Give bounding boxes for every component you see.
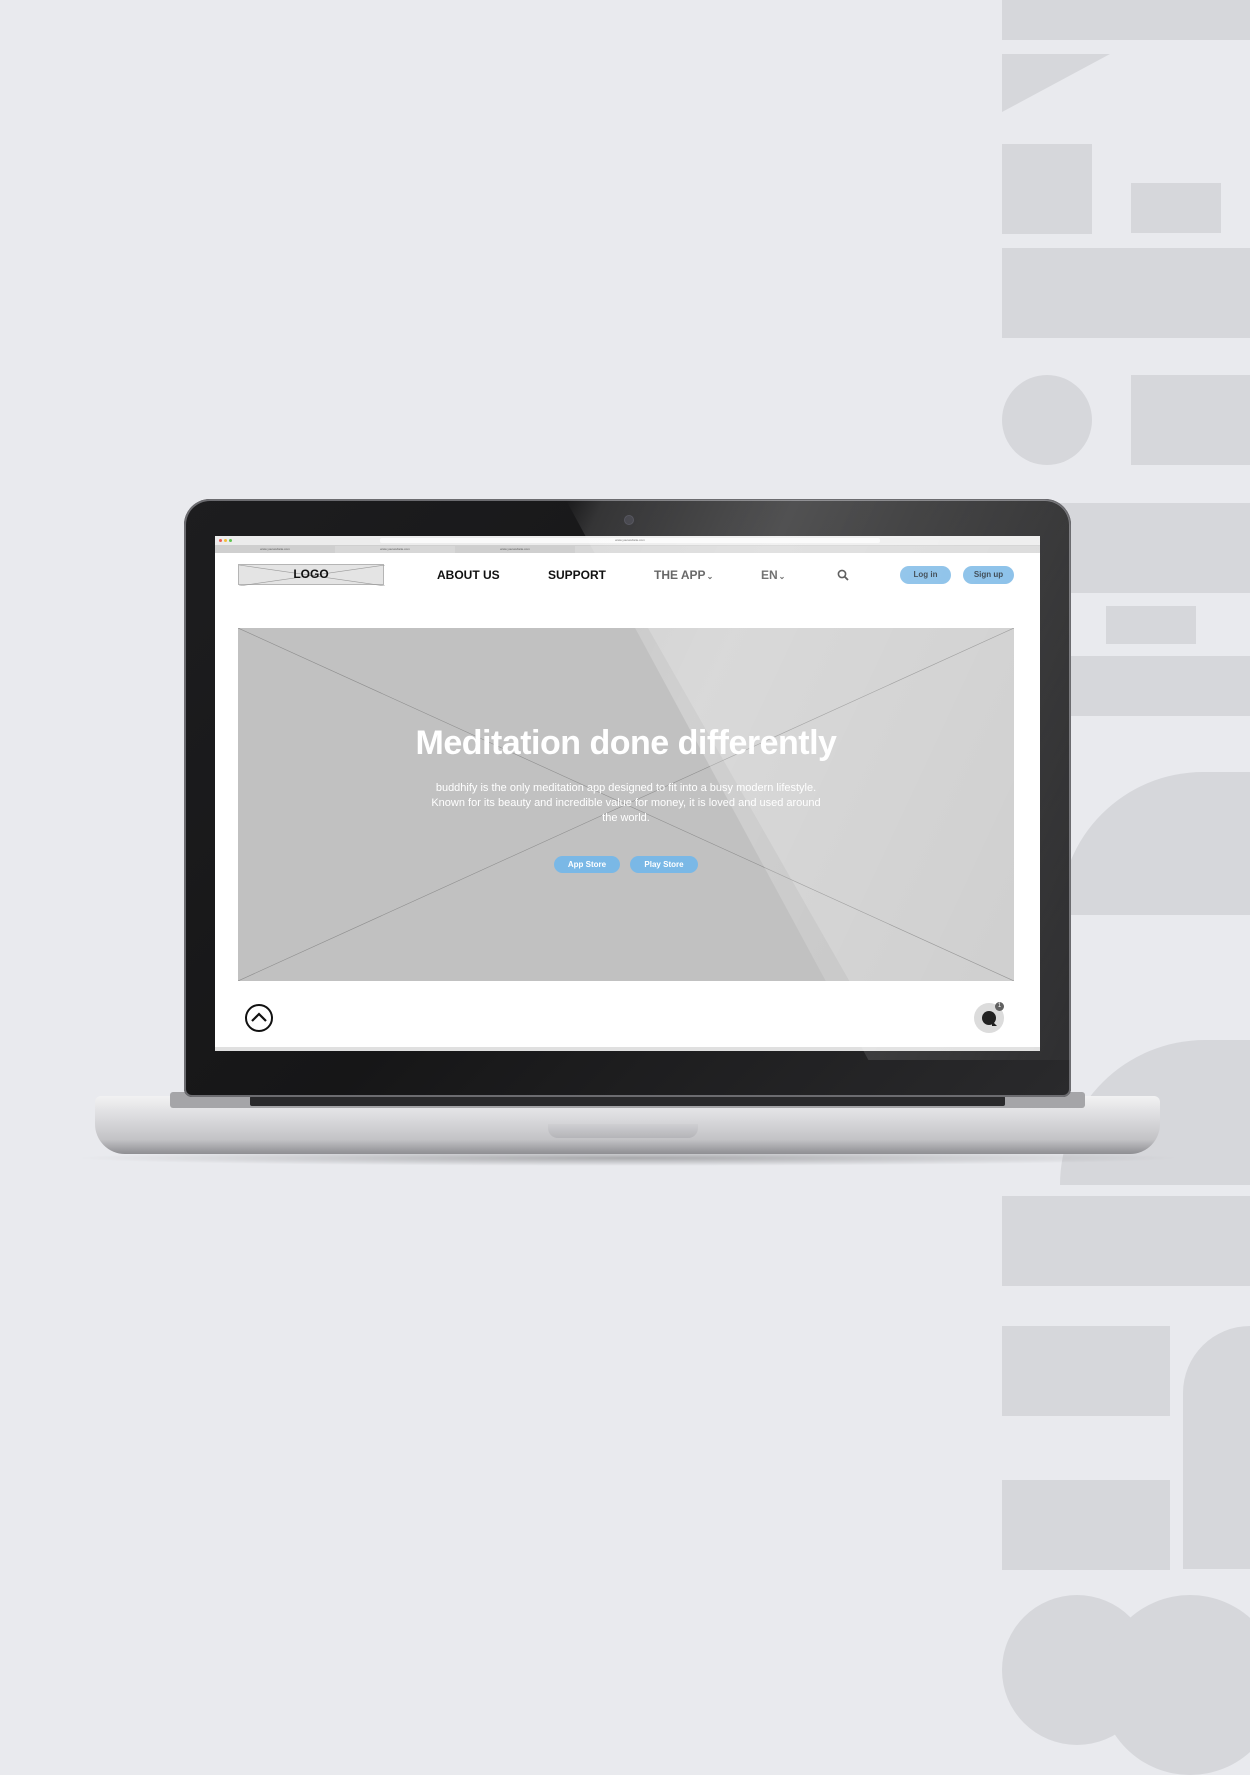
browser-tabs: www.yourwebsite.com www.yourwebsite.com … [215,546,1040,553]
hero-title: Meditation done differently [415,724,837,762]
signup-button[interactable]: Sign up [963,566,1014,584]
address-bar[interactable]: www.yourwebsite.com [380,538,880,543]
decor-block [1131,183,1221,233]
decor-block [1002,1196,1250,1286]
laptop-notch [548,1124,698,1138]
logo-text: LOGO [293,567,329,581]
language-selector[interactable]: EN⌄ [761,568,785,582]
chevron-down-icon: ⌄ [706,572,714,581]
close-window-icon[interactable] [219,539,222,542]
decor-block [1002,1326,1170,1416]
nav-support[interactable]: SUPPORT [548,568,606,582]
webcam [624,515,634,525]
decor-triangle [1002,54,1110,112]
chat-icon-tail [992,1021,997,1026]
hero-subtitle: buddhify is the only meditation app desi… [431,782,821,824]
decor-block [1131,375,1250,465]
decor-block [1106,606,1196,644]
notification-badge: 1 [995,1002,1004,1011]
search-icon[interactable] [837,569,849,581]
decor-circle [1002,375,1092,465]
decor-block [1002,144,1092,234]
nav-about-us[interactable]: ABOUT US [437,568,500,582]
decor-block [1002,248,1250,338]
chat-button[interactable]: 1 [974,1002,1004,1033]
nav-the-app[interactable]: THE APP⌄ [654,568,713,582]
browser-tab[interactable]: www.yourwebsite.com [215,546,335,553]
chevron-down-icon: ⌄ [778,572,786,581]
login-button[interactable]: Log in [900,566,951,584]
decor-block [1002,0,1250,40]
language-label: EN [761,568,778,582]
browser-tab[interactable]: www.yourwebsite.com [335,546,455,553]
screen-edge [215,1047,1040,1051]
decor-arc [1183,1326,1250,1569]
app-store-button[interactable]: App Store [554,856,620,873]
logo-placeholder[interactable]: LOGO [238,564,385,586]
site-header: LOGO ABOUT US SUPPORT THE APP⌄ EN⌄ Log i… [215,554,1040,594]
chevron-up-icon [251,1012,267,1022]
minimize-window-icon[interactable] [224,539,227,542]
laptop-screen: www.yourwebsite.com www.yourwebsite.com … [215,536,1040,1051]
maximize-window-icon[interactable] [229,539,232,542]
browser-toolbar: www.yourwebsite.com [215,536,1040,546]
nav-the-app-label: THE APP [654,568,706,582]
decor-arc [1060,772,1250,915]
hero-section: Meditation done differently buddhify is … [238,628,1014,981]
play-store-button[interactable]: Play Store [630,856,698,873]
scroll-to-top-button[interactable] [245,1004,273,1032]
browser-tab[interactable]: www.yourwebsite.com [455,546,575,553]
decor-block [1002,1480,1170,1570]
laptop-keyboard [250,1096,1005,1106]
